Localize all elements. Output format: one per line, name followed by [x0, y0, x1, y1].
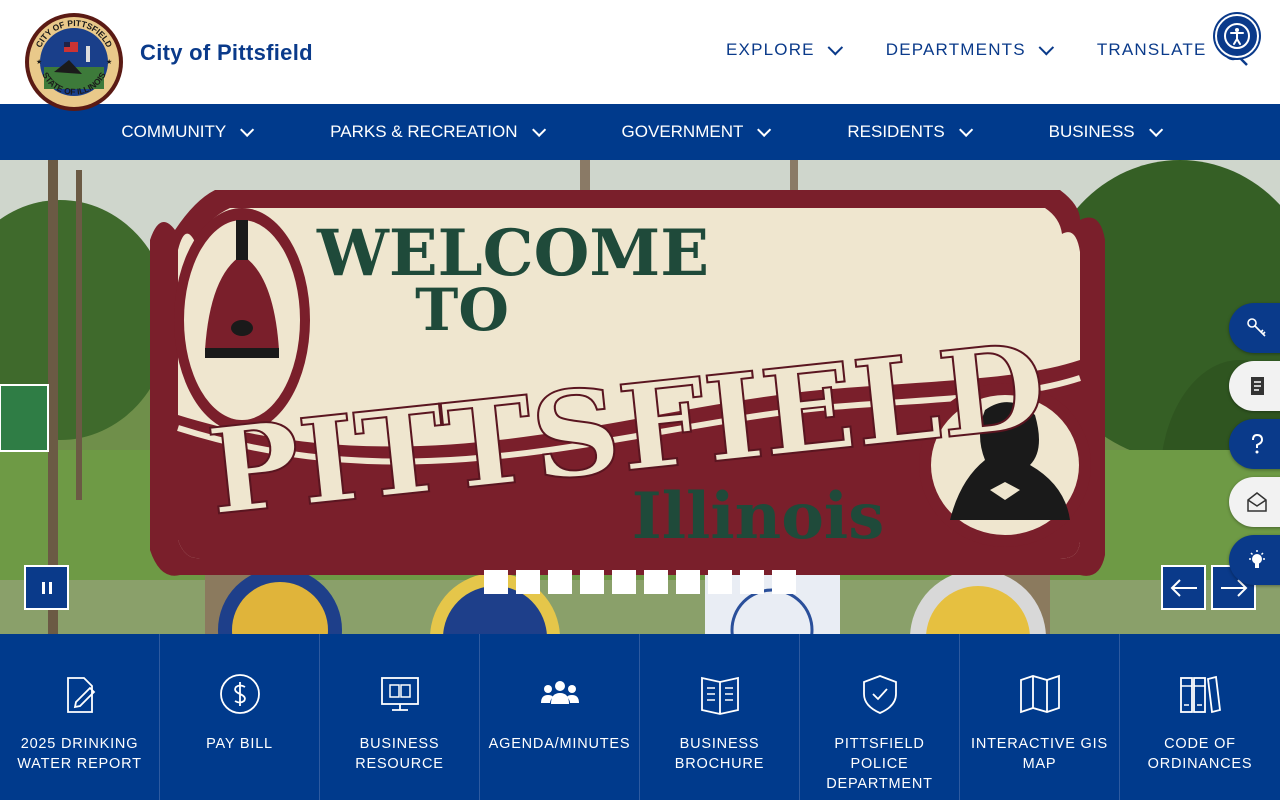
slide-dot-9[interactable] — [740, 570, 764, 594]
quick-link-label: 2025 DRINKING WATER REPORT — [17, 736, 142, 772]
side-tab-help[interactable] — [1229, 419, 1280, 469]
site-name[interactable]: City of Pittsfield — [140, 40, 313, 66]
open-book-icon — [700, 676, 739, 715]
nav-parks-label: PARKS & RECREATION — [330, 122, 518, 141]
welcome-sign-photo: WELCOME TO PITTSFIELD Illinois — [0, 160, 1280, 634]
group-people-icon — [540, 681, 579, 704]
accessibility-icon — [1224, 23, 1250, 49]
side-tab-document[interactable] — [1229, 361, 1280, 411]
quick-link-label: BUSINESS BROCHURE — [674, 736, 765, 772]
slide-indicators — [484, 570, 796, 594]
side-tab-idea[interactable] — [1229, 535, 1280, 585]
nav-business[interactable]: BUSINESS — [1048, 122, 1163, 142]
quick-link-drinking-water-report[interactable]: 2025 DRINKING WATER REPORT — [0, 634, 160, 800]
explore-label: EXPLORE — [726, 40, 815, 59]
quick-link-label: PITTSFIELD POLICE DEPARTMENT — [826, 736, 933, 792]
quick-link-label: AGENDA/MINUTES — [488, 736, 631, 752]
shield-check-icon — [862, 675, 897, 714]
nav-residents-label: RESIDENTS — [847, 122, 945, 141]
nav-residents[interactable]: RESIDENTS — [847, 122, 973, 142]
quick-link-police-department[interactable]: PITTSFIELD POLICE DEPARTMENT — [800, 634, 960, 800]
slide-dot-10[interactable] — [772, 570, 796, 594]
nav-parks-recreation[interactable]: PARKS & RECREATION — [330, 122, 546, 142]
pause-icon-bar — [48, 581, 52, 594]
quick-link-label: CODE OF ORDINANCES — [1147, 736, 1253, 772]
slide-dot-8[interactable] — [708, 570, 732, 594]
chevron-down-icon — [531, 122, 546, 137]
pause-slideshow-button[interactable] — [24, 565, 69, 610]
translate-label: TRANSLATE — [1096, 40, 1207, 59]
previous-slide-button[interactable] — [1161, 565, 1206, 610]
sign-welcome-text: WELCOME — [316, 216, 709, 291]
explore-menu[interactable]: EXPLORE — [726, 39, 843, 60]
nav-community-label: COMMUNITY — [121, 122, 227, 141]
main-nav: COMMUNITY PARKS & RECREATION GOVERNMENT … — [0, 104, 1280, 160]
nav-government[interactable]: GOVERNMENT — [621, 122, 772, 142]
translate-menu[interactable]: TRANSLATE — [1096, 39, 1235, 60]
departments-label: DEPARTMENTS — [885, 40, 1026, 59]
side-tab-keys[interactable] — [1229, 303, 1280, 353]
edit-document-icon — [66, 677, 95, 713]
chevron-down-icon — [1038, 39, 1054, 55]
pause-icon-bar — [41, 581, 45, 594]
quick-link-label: BUSINESS RESOURCE — [355, 736, 444, 772]
nav-community[interactable]: COMMUNITY — [121, 122, 255, 142]
slide-dot-1[interactable] — [484, 570, 508, 594]
slide-dot-6[interactable] — [644, 570, 668, 594]
side-tab-mail[interactable] — [1229, 477, 1280, 527]
svg-text:★: ★ — [36, 58, 42, 66]
chevron-down-icon — [240, 122, 255, 137]
nav-government-label: GOVERNMENT — [621, 122, 744, 141]
quick-link-agenda-minutes[interactable]: AGENDA/MINUTES — [480, 634, 640, 800]
sign-to-text: TO — [415, 276, 509, 344]
quick-link-pay-bill[interactable]: PAY BILL — [160, 634, 320, 800]
quick-link-label: PAY BILL — [206, 736, 273, 752]
quick-link-business-resource[interactable]: BUSINESS RESOURCE — [320, 634, 480, 800]
sign-illinois-text: Illinois — [632, 479, 884, 554]
slide-dot-4[interactable] — [580, 570, 604, 594]
chevron-down-icon — [757, 122, 772, 137]
top-header: CITY OF PITTSFIELD STATE OF ILLINOIS ★ ★… — [0, 0, 1280, 111]
city-seal-logo[interactable]: CITY OF PITTSFIELD STATE OF ILLINOIS ★ ★ — [24, 12, 124, 112]
hero-slideshow: WELCOME TO PITTSFIELD Illinois — [0, 160, 1280, 634]
binders-icon — [1180, 675, 1221, 714]
folded-map-icon — [1019, 674, 1060, 714]
question-mark-icon — [1252, 433, 1264, 454]
chevron-down-icon — [1148, 122, 1163, 137]
lightbulb-icon — [1249, 550, 1265, 568]
chevron-down-icon — [958, 122, 973, 137]
mail-icon — [1247, 492, 1267, 512]
keys-icon — [1247, 318, 1266, 337]
quick-link-business-brochure[interactable]: BUSINESS BROCHURE — [640, 634, 800, 800]
accessibility-button[interactable] — [1215, 14, 1259, 58]
quick-links-bar: 2025 DRINKING WATER REPORT PAY BILL BUSI… — [0, 634, 1280, 800]
svg-text:★: ★ — [106, 58, 112, 66]
monitor-book-icon — [380, 677, 419, 711]
dollar-circle-icon — [219, 674, 260, 714]
slide-dot-3[interactable] — [548, 570, 572, 594]
departments-menu[interactable]: DEPARTMENTS — [885, 39, 1054, 60]
chevron-down-icon — [827, 39, 843, 55]
slide-dot-5[interactable] — [612, 570, 636, 594]
quick-link-code-of-ordinances[interactable]: CODE OF ORDINANCES — [1120, 634, 1280, 800]
document-icon — [1251, 377, 1264, 395]
utility-nav: EXPLORE DEPARTMENTS TRANSLATE — [726, 39, 1277, 60]
nav-business-label: BUSINESS — [1048, 122, 1135, 141]
arrow-left-icon — [1170, 578, 1197, 597]
quick-link-gis-map[interactable]: INTERACTIVE GIS MAP — [960, 634, 1120, 800]
slide-dot-7[interactable] — [676, 570, 700, 594]
quick-link-label: INTERACTIVE GIS MAP — [971, 736, 1108, 772]
slide-dot-2[interactable] — [516, 570, 540, 594]
